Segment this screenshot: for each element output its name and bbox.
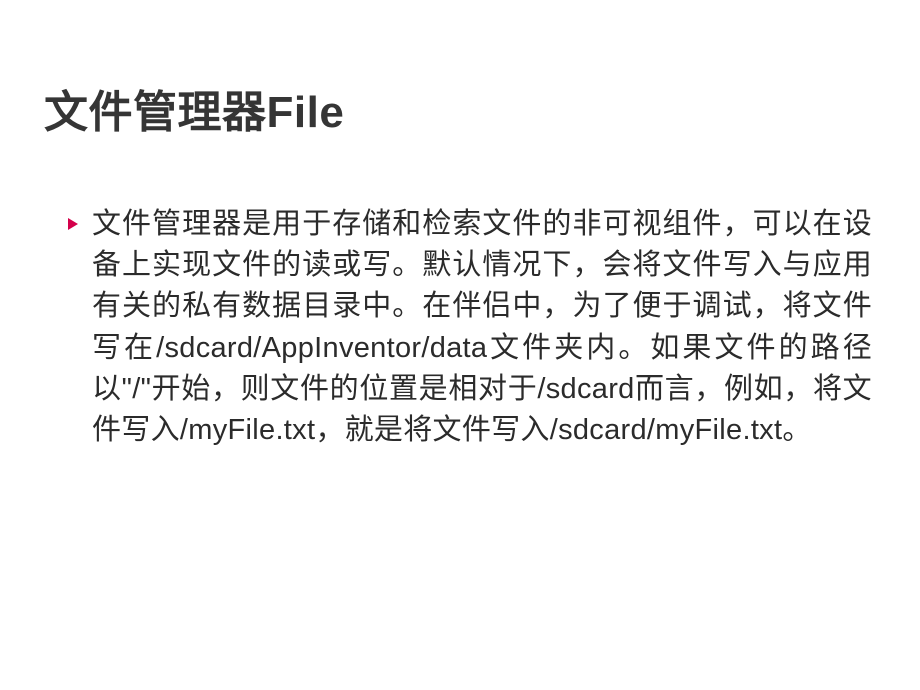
content-area: 文件管理器是用于存储和检索文件的非可视组件，可以在设备上实现文件的读或写。默认情… (0, 140, 920, 451)
body-text: 文件管理器是用于存储和检索文件的非可视组件，可以在设备上实现文件的读或写。默认情… (92, 204, 872, 451)
slide-title: 文件管理器File (0, 0, 920, 140)
bullet-marker-icon (68, 204, 82, 230)
bullet-item: 文件管理器是用于存储和检索文件的非可视组件，可以在设备上实现文件的读或写。默认情… (68, 204, 872, 451)
